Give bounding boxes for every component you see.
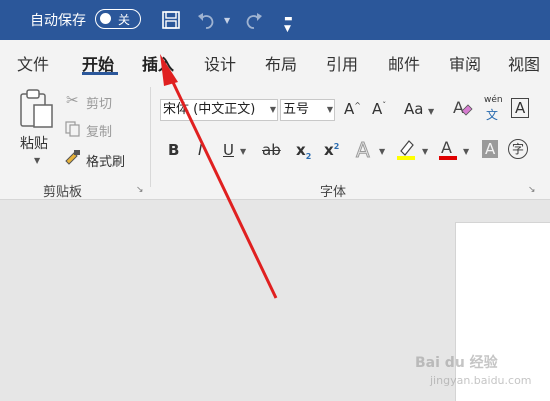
annotation-arrow bbox=[160, 54, 278, 299]
